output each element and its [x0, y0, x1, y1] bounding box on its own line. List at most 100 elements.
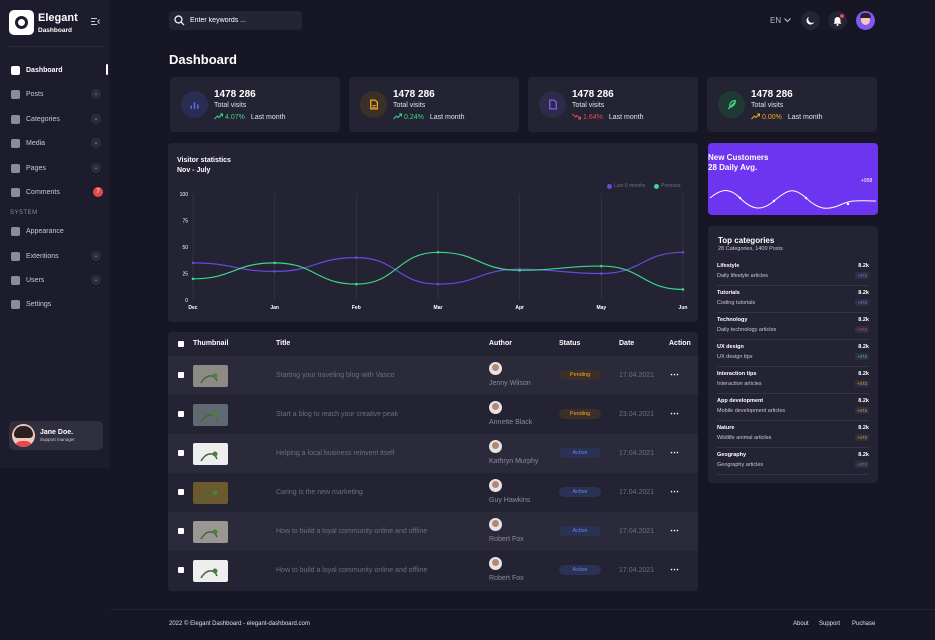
- search-input[interactable]: [190, 17, 295, 24]
- post-thumbnail[interactable]: [193, 365, 228, 387]
- post-thumbnail[interactable]: [193, 404, 228, 426]
- data-point: [681, 288, 685, 291]
- stat-change: 4.07% Last month: [214, 113, 286, 122]
- footer-divider: [110, 609, 935, 610]
- sidebar-item-label: Comments: [26, 188, 60, 196]
- column-header-thumbnail[interactable]: Thumbnail: [193, 340, 228, 347]
- header-avatar[interactable]: [856, 11, 875, 30]
- category-row[interactable]: Technology Daily technology articles 8.2k +…: [717, 313, 869, 340]
- category-change-badge: +472: [854, 407, 869, 414]
- more-actions-icon[interactable]: ⋯: [670, 486, 679, 497]
- sidebar-item-users[interactable]: Users ⌄: [0, 270, 110, 290]
- posts-icon: [11, 89, 20, 99]
- category-change-badge: +472: [854, 434, 869, 441]
- category-value: 8.2k: [858, 263, 869, 269]
- post-title[interactable]: Starting your traveling blog with Vasco: [276, 372, 395, 379]
- category-description: Mobile development articles: [717, 408, 786, 414]
- post-title[interactable]: Caring is the new marketing: [276, 489, 363, 496]
- chevron-down-icon[interactable]: ⌄: [91, 251, 101, 261]
- table-row[interactable]: Starting your traveling blog with Vasco J…: [168, 356, 698, 395]
- logo[interactable]: Elegant Dashboard: [9, 10, 78, 35]
- dark-mode-toggle[interactable]: [801, 11, 820, 30]
- notifications-button[interactable]: [828, 11, 847, 30]
- document-icon: [539, 91, 566, 118]
- search-icon[interactable]: [174, 15, 185, 26]
- chevron-down-icon[interactable]: ⌄: [91, 114, 101, 124]
- row-checkbox[interactable]: [178, 567, 184, 573]
- user-profile-card[interactable]: Jane Doe. Support manager: [9, 421, 103, 450]
- chevron-down-icon[interactable]: ⌄: [91, 163, 101, 173]
- post-title[interactable]: How to build a loyal community online an…: [276, 528, 427, 535]
- column-header-date[interactable]: Date: [619, 340, 634, 347]
- column-header-author[interactable]: Author: [489, 340, 512, 347]
- category-value: 8.2k: [858, 398, 869, 404]
- sidebar-item-categories[interactable]: Categories ⌄: [0, 109, 110, 129]
- category-row[interactable]: UX design UX design tips 8.2k +472: [717, 340, 869, 367]
- chevron-down-icon[interactable]: ⌄: [91, 275, 101, 285]
- collapse-menu-icon[interactable]: [91, 17, 100, 26]
- more-actions-icon[interactable]: ⋯: [670, 408, 679, 419]
- author-avatar: [489, 362, 502, 375]
- post-thumbnail[interactable]: [193, 482, 228, 504]
- post-thumbnail[interactable]: [193, 521, 228, 543]
- table-row[interactable]: Caring is the new marketing Guy Hawkins Ac…: [168, 473, 698, 512]
- table-row[interactable]: Start a blog to reach your creative peak…: [168, 395, 698, 434]
- language-select[interactable]: EN: [770, 16, 792, 25]
- more-actions-icon[interactable]: ⋯: [670, 525, 679, 536]
- sidebar-item-label: Categories: [26, 115, 60, 123]
- category-row[interactable]: Nature Wildlife animal articles 8.2k +472: [717, 421, 869, 448]
- select-all-checkbox[interactable]: [178, 341, 184, 347]
- post-thumbnail[interactable]: [193, 443, 228, 465]
- home-icon: [11, 65, 20, 75]
- table-row[interactable]: How to build a loyal community online an…: [168, 551, 698, 590]
- sidebar-item-media[interactable]: Media ⌄: [0, 133, 110, 153]
- sidebar-item-pages[interactable]: Pages ⌄: [0, 158, 110, 178]
- post-thumbnail[interactable]: [193, 560, 228, 582]
- sidebar-item-dashboard[interactable]: Dashboard: [0, 60, 110, 80]
- category-row[interactable]: Geography Geography articles 8.2k +472: [717, 448, 869, 475]
- logo-icon: [9, 10, 34, 35]
- row-checkbox[interactable]: [178, 489, 184, 495]
- user-name: Jane Doe.: [40, 429, 74, 436]
- sidebar-item-appearance[interactable]: Appearance: [0, 221, 110, 241]
- table-row[interactable]: How to build a loyal community online an…: [168, 512, 698, 551]
- footer-link-support[interactable]: Support: [819, 621, 840, 627]
- row-checkbox[interactable]: [178, 411, 184, 417]
- category-row[interactable]: Interaction tips Interaction articles 8.2k…: [717, 367, 869, 394]
- more-actions-icon[interactable]: ⋯: [670, 447, 679, 458]
- sidebar-item-posts[interactable]: Posts ⌄: [0, 84, 110, 104]
- footer-link-puchase[interactable]: Puchase: [852, 621, 875, 627]
- footer-link-about[interactable]: About: [793, 621, 809, 627]
- data-point: [436, 251, 440, 254]
- chevron-down-icon[interactable]: ⌄: [91, 138, 101, 148]
- category-row[interactable]: Tutorials Coding tutorials 8.2k +472: [717, 286, 869, 313]
- column-header-title[interactable]: Title: [276, 340, 290, 347]
- x-tick-label: Mar: [434, 305, 443, 311]
- brush-icon: [11, 226, 20, 236]
- more-actions-icon[interactable]: ⋯: [670, 564, 679, 575]
- sidebar-item-comments[interactable]: Comments 7: [0, 182, 110, 202]
- sidebar-item-settings[interactable]: Settings: [0, 294, 110, 314]
- users-icon: [11, 275, 20, 285]
- stat-value: 1478 286: [214, 89, 256, 100]
- row-checkbox[interactable]: [178, 450, 184, 456]
- post-title[interactable]: How to build a loyal community online an…: [276, 567, 427, 574]
- row-checkbox[interactable]: [178, 372, 184, 378]
- row-checkbox[interactable]: [178, 528, 184, 534]
- category-row[interactable]: Lifestyle Daily lifestyle articles 8.2k +47…: [717, 259, 869, 286]
- system-section-label: SYSTEM: [10, 210, 38, 216]
- table-row[interactable]: Helping a local business reinvent itself…: [168, 434, 698, 473]
- sidebar-item-extentions[interactable]: Extentions ⌄: [0, 246, 110, 266]
- column-header-status[interactable]: Status: [559, 340, 580, 347]
- chevron-down-icon[interactable]: ⌄: [91, 89, 101, 99]
- more-actions-icon[interactable]: ⋯: [670, 369, 679, 380]
- category-name: Lifestyle: [717, 263, 740, 269]
- comments-badge: 7: [93, 187, 103, 197]
- status-badge: Active: [559, 526, 601, 536]
- status-badge: Active: [559, 448, 601, 458]
- data-point: [355, 282, 358, 286]
- post-title[interactable]: Start a blog to reach your creative peak: [276, 411, 398, 418]
- post-title[interactable]: Helping a local business reinvent itself: [276, 450, 395, 457]
- category-row[interactable]: App development Mobile development articl…: [717, 394, 869, 421]
- category-name: Interaction tips: [717, 371, 757, 377]
